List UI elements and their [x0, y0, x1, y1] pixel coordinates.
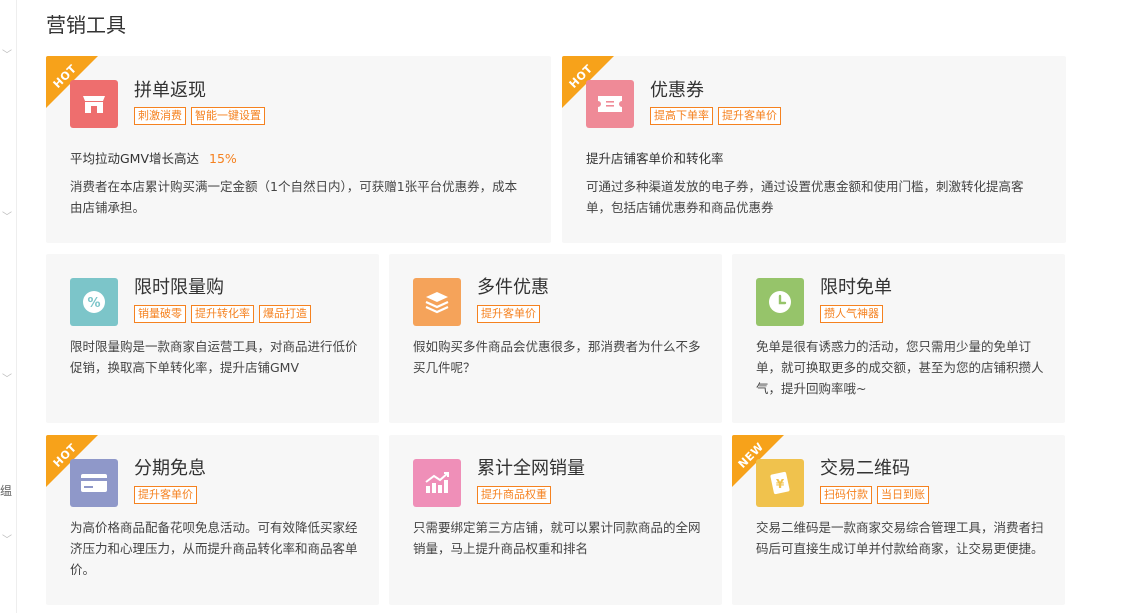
card-description: 假如购买多件商品会优惠很多，那消费者为什么不多买几件呢？ [413, 339, 701, 375]
card-stat: 平均拉动GMV增长高达 15% [70, 148, 237, 167]
tool-card-payment-qrcode[interactable]: NEW ¥ 交易二维码 扫码付款 当日到账 交易二维码是一款商家交易综合管理工具… [732, 435, 1065, 605]
card-description: 限时限量购是一款商家自运营工具，对商品进行低价促销，换取高下单转化率，提升店铺G… [70, 339, 358, 375]
chevron-down-icon[interactable]: ﹀ [2, 51, 12, 61]
left-sidebar-edge: ﹀ ﹀ ﹀ 缊 ﹀ [0, 0, 17, 613]
tag-list: 扫码付款 当日到账 [820, 486, 929, 504]
tag: 扫码付款 [820, 486, 872, 504]
tag: 攒人气神器 [820, 305, 883, 323]
tag: 爆品打造 [259, 305, 311, 323]
clock-icon [756, 278, 804, 326]
tag: 提升转化率 [191, 305, 254, 323]
coupon-icon [586, 80, 634, 128]
tag-list: 提高下单率 提升客单价 [650, 107, 781, 125]
card-title[interactable]: 优惠券 [650, 80, 704, 102]
tool-card-limited-free-order[interactable]: 限时免单 攒人气神器 免单是很有诱惑力的活动，您只需用少量的免单订单，就可换取更… [732, 254, 1065, 423]
percent-badge-icon: % [70, 278, 118, 326]
card-title[interactable]: 多件优惠 [477, 277, 549, 299]
card-title[interactable]: 累计全网销量 [477, 458, 585, 480]
tag-list: 提升客单价 [477, 305, 540, 323]
tag: 提升客单价 [134, 486, 197, 504]
stat-label: 平均拉动GMV增长高达 [70, 151, 200, 166]
tag-list: 刺激消费 智能一键设置 [134, 107, 265, 125]
tag: 刺激消费 [134, 107, 186, 125]
tag: 提升客单价 [477, 305, 540, 323]
tag: 提高下单率 [650, 107, 713, 125]
sidebar-partial-label: 缊 [0, 484, 13, 498]
card-title[interactable]: 限时免单 [820, 277, 892, 299]
tag: 智能一键设置 [191, 107, 265, 125]
tag: 提升商品权重 [477, 486, 551, 504]
card-title[interactable]: 拼单返现 [134, 80, 206, 102]
card-title[interactable]: 分期免息 [134, 458, 206, 480]
tag-list: 攒人气神器 [820, 305, 883, 323]
tool-card-limited-time-buy[interactable]: % 限时限量购 销量破零 提升转化率 爆品打造 限时限量购是一款商家自运营工具，… [46, 254, 379, 423]
tag-list: 销量破零 提升转化率 爆品打造 [134, 305, 311, 323]
card-description: 可通过多种渠道发放的电子券，通过设置优惠金额和使用门槛，刺激转化提高客单，包括店… [586, 179, 1024, 215]
growth-chart-icon [413, 459, 461, 507]
tag-list: 提升客单价 [134, 486, 197, 504]
card-title[interactable]: 限时限量购 [134, 277, 224, 299]
stat-label: 提升店铺客单价和转化率 [586, 151, 724, 166]
chevron-down-icon[interactable]: ﹀ [2, 375, 12, 385]
tool-card-installment[interactable]: HOT 分期免息 提升客单价 为高价格商品配备花呗免息活动。可有效降低买家经济压… [46, 435, 379, 605]
stat-value: 15% [209, 151, 237, 166]
qr-payment-icon: ¥ [756, 459, 804, 507]
card-stat: 提升店铺客单价和转化率 [586, 148, 724, 167]
tag: 当日到账 [877, 486, 929, 504]
tool-card-coupon[interactable]: HOT 优惠券 提高下单率 提升客单价 提升店铺客单价和转化率 可通过多种渠道发… [562, 56, 1066, 243]
card-title[interactable]: 交易二维码 [820, 458, 910, 480]
chevron-down-icon[interactable]: ﹀ [2, 213, 12, 223]
card-description: 交易二维码是一款商家交易综合管理工具，消费者扫码后可直接生成订单并付款给商家，让… [756, 520, 1044, 556]
card-description: 消费者在本店累计购买满一定金额（1个自然日内），可获赠1张平台优惠券，成本由店铺… [70, 179, 518, 215]
chevron-down-icon[interactable]: ﹀ [2, 536, 12, 546]
layers-icon [413, 278, 461, 326]
tag: 销量破零 [134, 305, 186, 323]
store-icon [70, 80, 118, 128]
page-title: 营销工具 [46, 13, 126, 37]
svg-text:¥: ¥ [776, 477, 785, 491]
card-description: 只需要绑定第三方店铺，就可以累计同款商品的全网销量，马上提升商品权重和排名 [413, 520, 701, 556]
tool-card-cumulative-sales[interactable]: 累计全网销量 提升商品权重 只需要绑定第三方店铺，就可以累计同款商品的全网销量，… [389, 435, 722, 605]
tag: 提升客单价 [718, 107, 781, 125]
credit-card-icon [70, 459, 118, 507]
tag-list: 提升商品权重 [477, 486, 551, 504]
svg-text:%: % [87, 296, 100, 311]
card-description: 免单是很有诱惑力的活动，您只需用少量的免单订单，就可换取更多的成交额，甚至为您的… [756, 339, 1044, 396]
card-description: 为高价格商品配备花呗免息活动。可有效降低买家经济压力和心理压力，从而提升商品转化… [70, 520, 358, 577]
tool-card-multi-item-discount[interactable]: 多件优惠 提升客单价 假如购买多件商品会优惠很多，那消费者为什么不多买几件呢？ [389, 254, 722, 423]
tool-card-pindan-fanxian[interactable]: HOT 拼单返现 刺激消费 智能一键设置 平均拉动GMV增长高达 15% 消费者在… [46, 56, 551, 243]
